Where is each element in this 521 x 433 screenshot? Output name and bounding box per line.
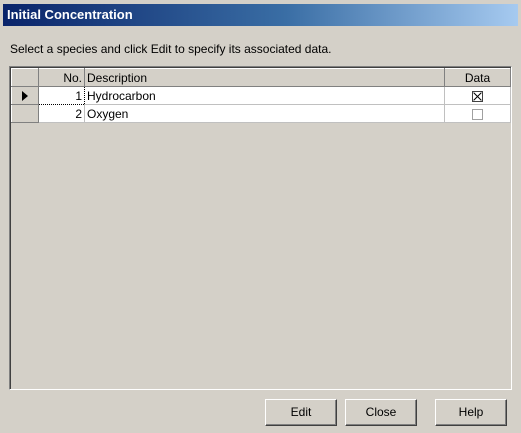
data-checkbox-checked-icon[interactable]: [472, 90, 483, 102]
help-button[interactable]: Help: [435, 399, 507, 426]
header-row: No. Description Data: [11, 68, 511, 87]
row-description[interactable]: Oxygen: [84, 104, 445, 123]
row-number[interactable]: 2: [38, 104, 85, 123]
species-table: No. Description Data 1 Hydrocarbon 2 Oxy…: [11, 68, 511, 123]
header-corner: [11, 68, 39, 87]
edit-button[interactable]: Edit: [265, 399, 337, 426]
column-header-no[interactable]: No.: [38, 68, 85, 87]
species-grid[interactable]: No. Description Data 1 Hydrocarbon 2 Oxy…: [9, 66, 512, 390]
window-title: Initial Concentration: [3, 4, 518, 26]
row-description[interactable]: Hydrocarbon: [84, 86, 445, 105]
table-row[interactable]: 1 Hydrocarbon: [11, 86, 511, 105]
table-row[interactable]: 2 Oxygen: [11, 104, 511, 123]
close-button[interactable]: Close: [345, 399, 417, 426]
column-header-description[interactable]: Description: [84, 68, 445, 87]
current-row-arrow-icon: [22, 91, 28, 102]
row-data-cell[interactable]: [444, 104, 511, 123]
row-indicator[interactable]: [11, 104, 39, 123]
data-checkbox-unchecked-icon[interactable]: [472, 108, 483, 120]
column-header-data[interactable]: Data: [444, 68, 511, 87]
row-data-cell[interactable]: [444, 86, 511, 105]
instruction-text: Select a species and click Edit to speci…: [10, 42, 332, 56]
row-number[interactable]: 1: [38, 86, 85, 105]
row-indicator[interactable]: [11, 86, 39, 105]
